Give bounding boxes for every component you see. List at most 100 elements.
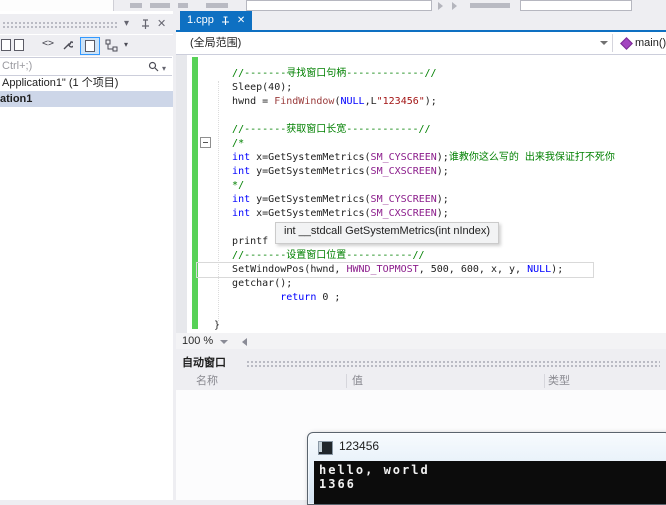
tooltip-text: int __stdcall GetSystemMetrics(int nInde…	[284, 225, 491, 237]
column-header-type[interactable]: 类型	[548, 372, 570, 390]
code-token: NULL	[527, 264, 552, 275]
code-line[interactable]: return 0 ;	[214, 291, 615, 305]
code-token: ,L	[364, 96, 377, 107]
code-token: SM_CYSCREEN	[370, 194, 437, 205]
toolbar-fragment	[150, 3, 170, 8]
code-token: int	[214, 152, 251, 163]
nav-back-icon[interactable]	[438, 2, 443, 10]
console-output[interactable]: hello, world 1366	[314, 461, 666, 504]
properties-wrench-icon[interactable]	[62, 40, 73, 51]
autos-column-headers: 名称 值 类型	[176, 372, 666, 390]
code-line[interactable]: int x=GetSystemMetrics(SM_CYSCREEN);谁教你这…	[214, 151, 615, 165]
code-line[interactable]: hwnd = FindWindow(NULL,L"123456");	[214, 95, 615, 109]
console-line: hello, world	[319, 463, 430, 477]
console-titlebar[interactable]: 123456	[308, 433, 666, 461]
column-header-name[interactable]: 名称	[196, 372, 218, 390]
search-icon[interactable]	[148, 61, 159, 72]
window-menu-icon[interactable]: ▾	[124, 14, 129, 34]
chevron-down-icon[interactable]	[600, 41, 608, 45]
panel-title-bar[interactable]: ▾ ✕	[0, 14, 173, 34]
code-token: );	[436, 166, 449, 177]
doc-icon[interactable]	[1, 39, 11, 51]
toolbar-combobox[interactable]	[520, 0, 632, 11]
top-toolbar-clipped	[0, 0, 666, 11]
nav-forward-icon[interactable]	[452, 2, 457, 10]
method-icon	[620, 37, 633, 50]
preview-selected-item-button[interactable]	[80, 37, 100, 55]
code-token: return	[214, 292, 317, 303]
show-all-files-icon[interactable]	[105, 39, 118, 52]
scroll-left-icon[interactable]	[242, 338, 247, 346]
close-icon[interactable]: ✕	[157, 14, 166, 34]
tab-pin-icon[interactable]	[221, 15, 230, 26]
code-line[interactable]	[214, 109, 615, 123]
code-line[interactable]: int y=GetSystemMetrics(SM_CYSCREEN);	[214, 193, 615, 207]
code-token: 谁教你这么写的 出来我保证打不死你	[448, 152, 615, 163]
code-token: 0 ;	[316, 292, 341, 303]
editor-gutter	[176, 55, 187, 333]
code-editor[interactable]: //-------寻找窗口句柄-------------// Sleep(40)…	[176, 55, 666, 333]
tab-1cpp[interactable]: 1.cpp ✕	[180, 11, 253, 30]
solution-explorer-toolbar: <> ▾	[0, 35, 173, 56]
toolbar-overflow-icon[interactable]: ▾	[124, 40, 128, 49]
code-content: //-------寻找窗口句柄-------------// Sleep(40)…	[196, 67, 615, 333]
code-token: hwnd =	[214, 96, 275, 107]
code-token: }	[214, 320, 221, 331]
divider	[612, 34, 613, 52]
change-tracking-bar	[192, 57, 198, 329]
editor-bottom-bar: 100 %	[176, 333, 666, 349]
code-token: SetWindowPos(hwnd,	[214, 264, 347, 275]
code-line[interactable]: //-------获取窗口长宽------------//	[214, 123, 615, 137]
code-token: //-------设置窗口位置-----------//	[214, 250, 425, 261]
horizontal-scrollbar[interactable]	[254, 333, 666, 349]
chevron-down-icon[interactable]	[220, 340, 228, 344]
top-tab-fragment[interactable]	[0, 0, 114, 11]
toolbar-combobox[interactable]	[246, 0, 432, 11]
editor-navigation-bar: (全局范围) main()	[176, 32, 666, 55]
code-line[interactable]: getchar();	[214, 277, 615, 291]
solution-explorer-panel: ▾ ✕ <> ▾ Ctrl+;) ▾ Application1" (1 个项目)	[0, 11, 173, 500]
code-token: y=GetSystemMetrics(	[250, 194, 371, 205]
code-token: int	[214, 166, 251, 177]
code-line[interactable]: /*	[214, 137, 615, 151]
tab-close-icon[interactable]: ✕	[237, 11, 245, 30]
column-header-value[interactable]: 值	[352, 372, 363, 390]
code-line[interactable]: }	[214, 319, 615, 333]
console-title-text: 123456	[339, 439, 380, 453]
code-line[interactable]: */	[214, 179, 615, 193]
autos-window-titlebar[interactable]: 自动窗口	[176, 354, 666, 372]
console-window[interactable]: 123456 hello, world 1366	[307, 432, 666, 505]
code-token: x=GetSystemMetrics(	[250, 152, 371, 163]
code-token: y=GetSystemMetrics(	[250, 166, 371, 177]
code-token: HWND_TOPMOST	[346, 264, 419, 275]
console-line: 1366	[319, 477, 356, 491]
code-line[interactable]: SetWindowPos(hwnd, HWND_TOPMOST, 500, 60…	[196, 262, 615, 278]
code-line[interactable]: Sleep(40);	[214, 81, 615, 95]
tab-label: 1.cpp	[187, 14, 214, 26]
toolbar-fragment	[206, 3, 228, 8]
tree-item-solution[interactable]: Application1" (1 个项目)	[0, 75, 173, 91]
code-token: SM_CYSCREEN	[370, 152, 437, 163]
toolbar-fragment	[130, 3, 142, 8]
toolbar-fragment	[178, 3, 188, 8]
code-fold-collapse-icon[interactable]	[200, 137, 211, 148]
code-token: );	[551, 264, 564, 275]
tree-item-project-selected[interactable]: ation1	[0, 91, 173, 107]
view-code-icon[interactable]: <>	[42, 38, 54, 49]
pin-icon[interactable]	[141, 19, 150, 30]
code-token: );	[436, 194, 449, 205]
code-token: int	[214, 208, 251, 219]
code-line[interactable]: //-------寻找窗口句柄-------------//	[214, 67, 615, 81]
code-line[interactable]: //-------设置窗口位置-----------//	[214, 249, 615, 263]
code-line[interactable]	[214, 305, 615, 319]
column-divider[interactable]	[346, 374, 347, 388]
code-line[interactable]: int y=GetSystemMetrics(SM_CXSCREEN);	[214, 165, 615, 179]
code-token: );	[424, 96, 437, 107]
code-line[interactable]: int x=GetSystemMetrics(SM_CXSCREEN);	[214, 207, 615, 221]
code-token: getchar();	[214, 278, 293, 289]
column-divider[interactable]	[544, 374, 545, 388]
code-token: SM_CXSCREEN	[370, 208, 437, 219]
document-tab-strip: 1.cpp ✕	[176, 11, 666, 32]
search-input[interactable]: Ctrl+;) ▾	[0, 57, 172, 76]
doc-icon[interactable]	[14, 39, 24, 51]
